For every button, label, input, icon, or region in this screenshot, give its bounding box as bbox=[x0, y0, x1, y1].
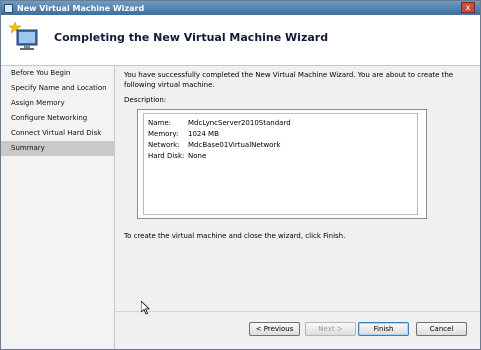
finish-instructions: To create the virtual machine and close … bbox=[124, 232, 346, 240]
window-title: New Virtual Machine Wizard bbox=[17, 3, 145, 13]
close-icon: x bbox=[465, 2, 471, 12]
wizard-window: New Virtual Machine Wizard x Completing … bbox=[0, 0, 481, 350]
description-row: Memory: 1024 MB bbox=[148, 129, 219, 139]
description-key: Network: bbox=[148, 141, 180, 149]
nav-item-summary[interactable]: Summary bbox=[1, 141, 114, 156]
description-value: MdcLyncServer2010Standard bbox=[188, 119, 291, 127]
description-label: Description: bbox=[124, 96, 167, 104]
close-button[interactable]: x bbox=[461, 2, 475, 13]
intro-line-2: following virtual machine. bbox=[124, 81, 215, 89]
description-row: Network: MdcBase01VirtualNetwork bbox=[148, 140, 280, 150]
wizard-steps-nav: Before You Begin Specify Name and Locati… bbox=[1, 66, 115, 349]
wizard-header: Completing the New Virtual Machine Wizar… bbox=[1, 15, 480, 66]
intro-line-1: You have successfully completed the New … bbox=[124, 71, 454, 79]
description-key: Memory: bbox=[148, 130, 179, 138]
title-bar: New Virtual Machine Wizard x bbox=[1, 1, 480, 15]
intro-text: You have successfully completed the New … bbox=[124, 70, 464, 90]
cancel-button[interactable]: Cancel bbox=[416, 322, 467, 336]
page-title: Completing the New Virtual Machine Wizar… bbox=[54, 31, 329, 44]
description-value: MdcBase01VirtualNetwork bbox=[188, 141, 281, 149]
finish-button[interactable]: Finish bbox=[358, 322, 409, 336]
description-row: Hard Disk: None bbox=[148, 151, 206, 161]
description-value: None bbox=[188, 152, 207, 160]
nav-item-configure-networking[interactable]: Configure Networking bbox=[1, 111, 114, 126]
description-value: 1024 MB bbox=[188, 130, 219, 138]
wizard-computer-icon bbox=[9, 21, 38, 50]
nav-item-connect-disk[interactable]: Connect Virtual Hard Disk bbox=[1, 126, 114, 141]
nav-item-assign-memory[interactable]: Assign Memory bbox=[1, 96, 114, 111]
next-button[interactable]: Next > bbox=[305, 322, 356, 336]
description-key: Hard Disk: bbox=[148, 152, 185, 160]
nav-item-specify-name[interactable]: Specify Name and Location bbox=[1, 81, 114, 96]
description-row: Name: MdcLyncServer2010Standard bbox=[148, 118, 291, 128]
description-box[interactable]: Name: MdcLyncServer2010Standard Memory: 10… bbox=[137, 109, 427, 219]
nav-item-before-you-begin[interactable]: Before You Begin bbox=[1, 66, 114, 81]
previous-button[interactable]: < Previous bbox=[249, 322, 300, 336]
window-icon bbox=[4, 3, 13, 13]
button-bar: < Previous Next > Finish Cancel bbox=[115, 311, 480, 349]
summary-panel: You have successfully completed the New … bbox=[115, 66, 480, 311]
description-key: Name: bbox=[148, 119, 172, 127]
description-inner: Name: MdcLyncServer2010Standard Memory: 10… bbox=[143, 113, 418, 215]
mouse-cursor-icon bbox=[141, 301, 150, 315]
